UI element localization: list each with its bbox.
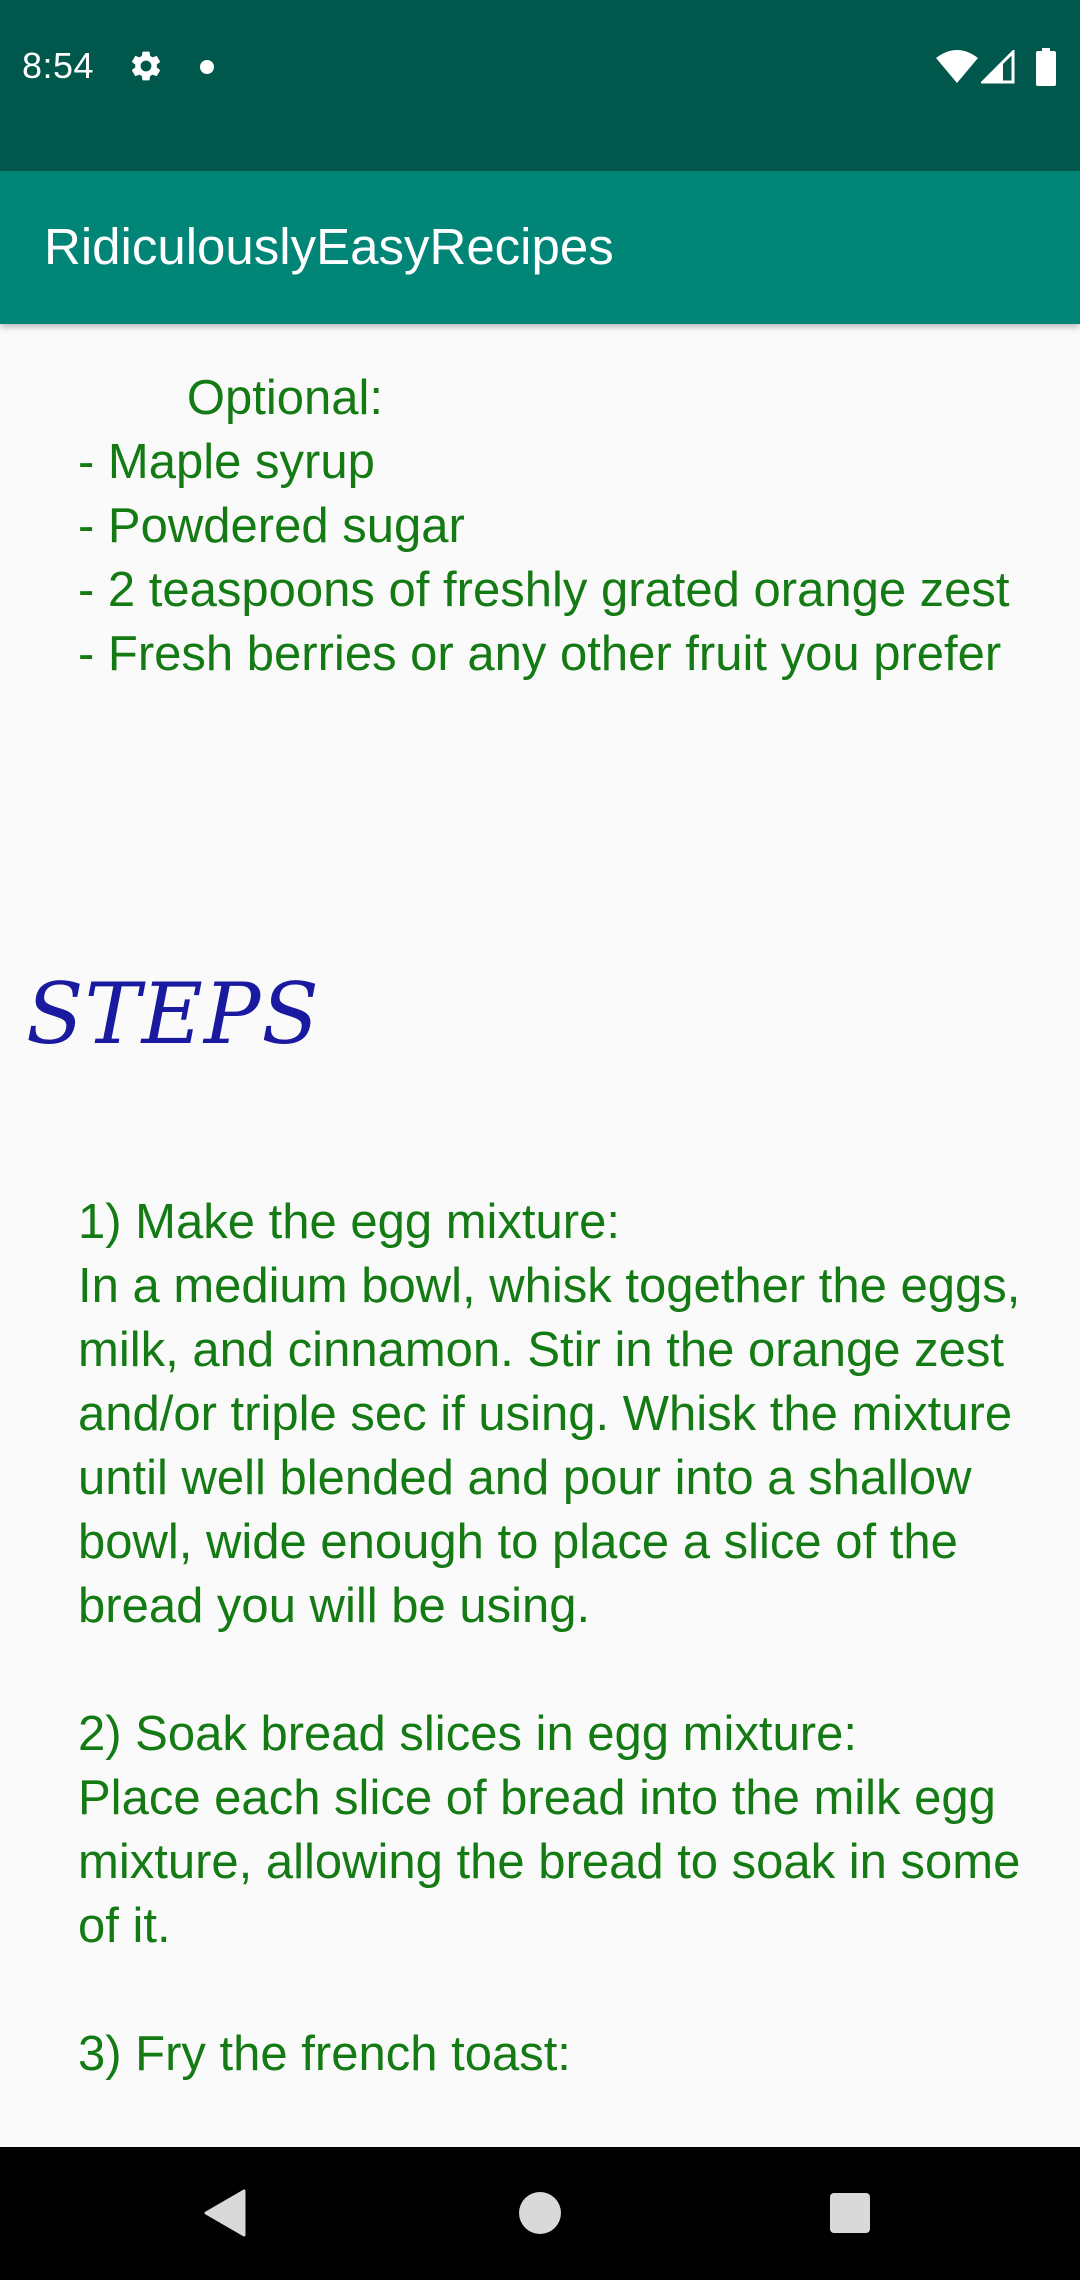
app-bar: RidiculouslyEasyRecipes (0, 171, 1080, 324)
wifi-icon (936, 50, 978, 83)
navigation-bar (0, 2147, 1080, 2280)
status-time: 8:54 (22, 45, 95, 86)
home-icon[interactable] (519, 2192, 561, 2234)
recipe-content-scroll[interactable]: Optional: - Maple syrup - Powdered sugar… (0, 324, 1080, 2112)
steps-heading: STEPS (26, 965, 320, 1063)
back-icon[interactable] (204, 2189, 246, 2237)
optional-ingredients-text: Optional: - Maple syrup - Powdered sugar… (78, 371, 1010, 681)
steps-text: 1) Make the egg mixture: In a medium bow… (78, 1195, 1021, 2081)
notification-dot-icon (200, 60, 214, 74)
gear-icon (131, 51, 161, 81)
signal-icon (981, 50, 1015, 84)
recents-icon[interactable] (830, 2193, 870, 2233)
app-title: RidiculouslyEasyRecipes (44, 218, 614, 275)
battery-icon (1036, 48, 1056, 86)
status-bar: 8:54 (0, 0, 1080, 171)
